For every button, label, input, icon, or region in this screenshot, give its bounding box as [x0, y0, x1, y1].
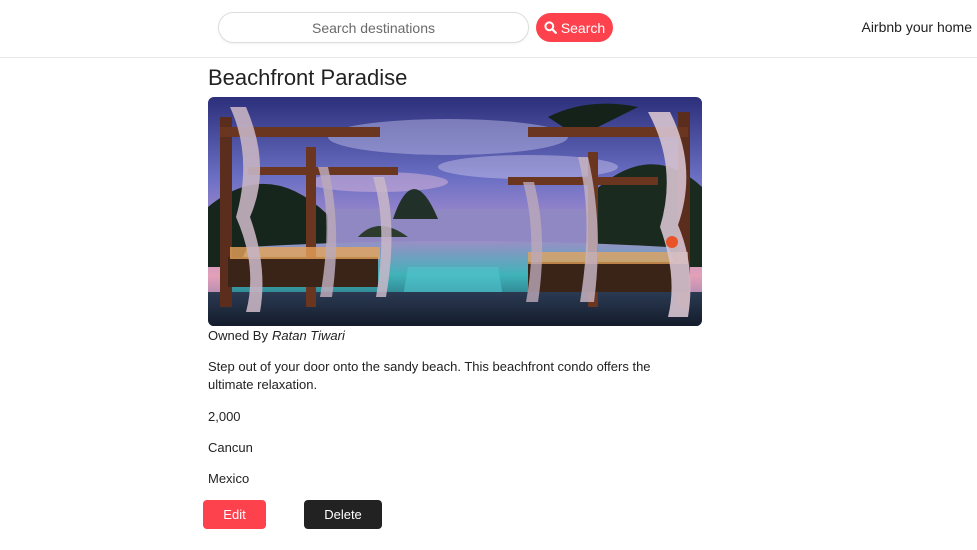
- listing-location: Cancun: [208, 440, 253, 455]
- edit-button[interactable]: Edit: [203, 500, 266, 529]
- search-button[interactable]: Search: [536, 13, 613, 42]
- search-icon: [544, 21, 557, 34]
- listing-title: Beachfront Paradise: [208, 65, 408, 90]
- delete-button[interactable]: Delete: [304, 500, 382, 529]
- listing-description: Step out of your door onto the sandy bea…: [208, 359, 651, 392]
- search-input[interactable]: [218, 12, 529, 43]
- owner-prefix: Owned By: [208, 328, 268, 343]
- listing-image: [208, 97, 702, 326]
- owner-name: Ratan Tiwari: [271, 328, 345, 343]
- listing-country: Mexico: [208, 471, 250, 486]
- owner-line: Owned By Ratan Tiwari: [208, 328, 345, 343]
- navbar: Search Airbnb your home: [0, 0, 977, 58]
- search-button-label: Search: [560, 19, 606, 36]
- airbnb-your-home-link[interactable]: Airbnb your home: [861, 19, 972, 35]
- listing-price: 2,000: [208, 409, 241, 424]
